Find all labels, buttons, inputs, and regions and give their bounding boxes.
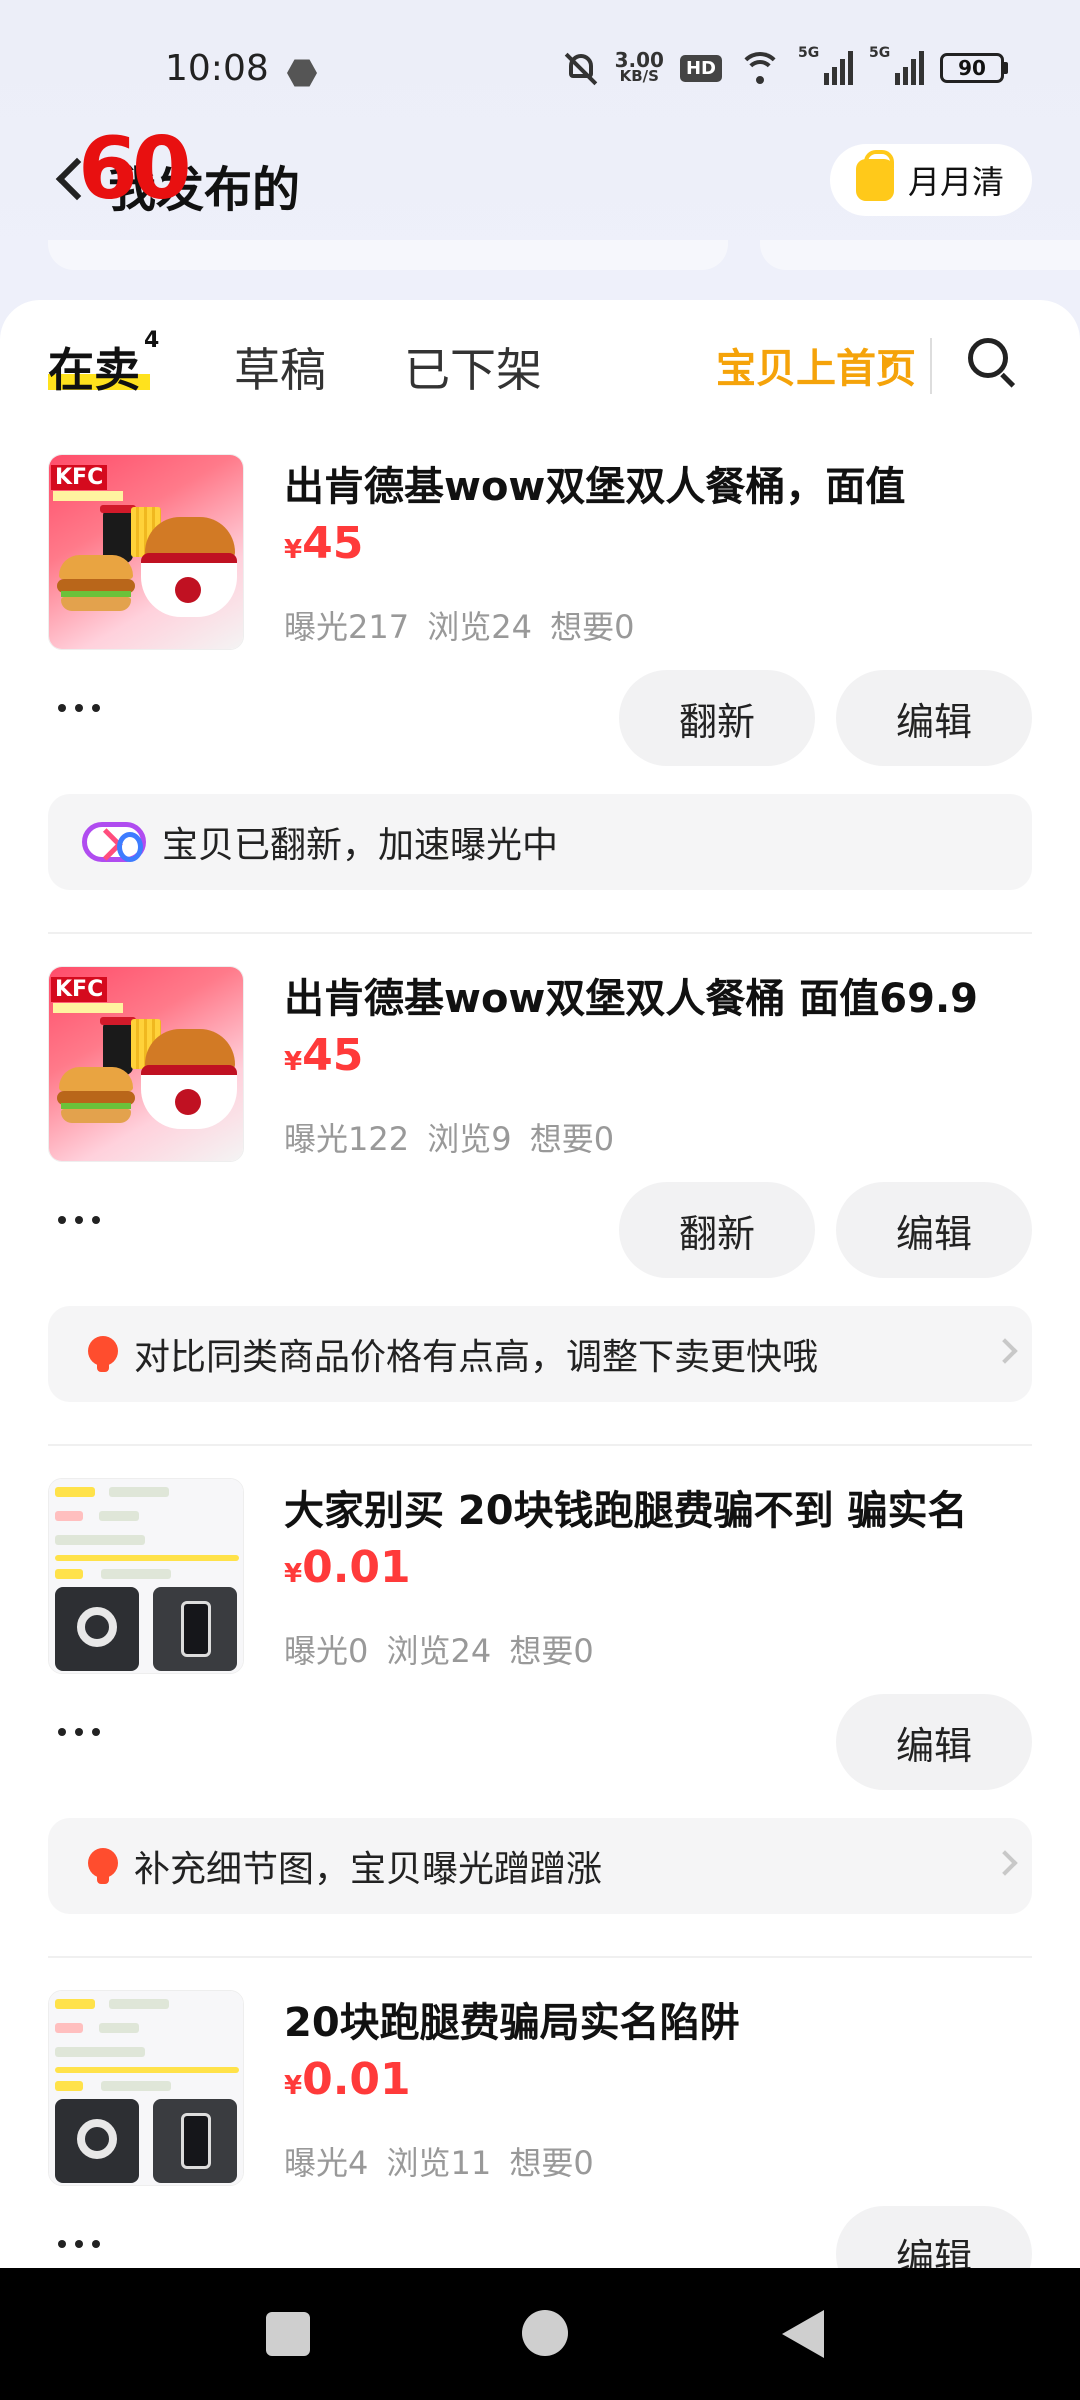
search-icon[interactable] <box>968 338 1016 388</box>
edit-button[interactable]: 编辑 <box>836 1182 1032 1278</box>
chevron-right-icon <box>992 1338 1018 1364</box>
battery-icon: 90 <box>940 53 1008 83</box>
system-nav-bar <box>0 2268 1080 2400</box>
item-thumbnail[interactable] <box>48 1990 244 2186</box>
signal-icon: 5G <box>798 45 853 85</box>
item-title[interactable]: 大家别买 20块钱跑腿费骗不到 骗实名 <box>284 1478 968 1536</box>
network-speed-unit: KB/S <box>619 67 659 85</box>
tip-text: 宝贝已翻新，加速曝光中 <box>162 825 559 866</box>
tab-drafts[interactable]: 草稿 <box>234 334 326 400</box>
signal-icon: 5G <box>869 45 924 85</box>
notification-hexagon-icon <box>287 59 317 87</box>
currency-symbol: ¥ <box>284 1559 303 1589</box>
more-options-icon[interactable] <box>58 2240 100 2248</box>
divider <box>48 1956 1032 1958</box>
item-stats: 曝光122 浏览9 想要0 <box>284 1120 615 1158</box>
item-stats: 曝光0 浏览24 想要0 <box>284 1632 594 1670</box>
lightbulb-icon <box>88 1848 118 1884</box>
kfc-logo: KFC <box>51 977 108 1002</box>
price-amount: 45 <box>302 518 364 569</box>
item-tip[interactable]: 宝贝已翻新，加速曝光中 <box>48 794 1032 890</box>
more-options-icon[interactable] <box>58 1728 100 1736</box>
monthly-clear-button[interactable]: 月月清 <box>830 144 1032 216</box>
shopping-bag-icon <box>856 150 894 201</box>
currency-symbol: ¥ <box>284 2071 303 2101</box>
edit-button[interactable]: 编辑 <box>836 1694 1032 1790</box>
tab-selling-count: 4 <box>144 328 160 353</box>
item-stats: 曝光217 浏览24 想要0 <box>284 608 635 646</box>
hd-voice-icon: HD <box>679 54 722 82</box>
boost-icon <box>82 822 146 862</box>
play-arrow-icon <box>882 354 894 372</box>
status-icons: 3.00 KB/S HD 5G 5G 90 <box>563 45 1008 86</box>
tab-removed[interactable]: 已下架 <box>404 334 542 400</box>
battery-level: 90 <box>940 53 1004 83</box>
more-options-icon[interactable] <box>58 704 100 712</box>
tip-text: 对比同类商品价格有点高，调整下卖更快哦 <box>134 1337 819 1378</box>
price-amount: 0.01 <box>302 1542 411 1593</box>
item-price: ¥45 <box>284 518 363 569</box>
item-title[interactable]: 出肯德基wow双堡双人餐桶，面值 <box>284 454 905 512</box>
signal-label: 5G <box>869 45 891 61</box>
item-title[interactable]: 出肯德基wow双堡双人餐桶 面值69.9 <box>284 966 978 1024</box>
status-time: 10:08 <box>165 48 269 89</box>
item-thumbnail[interactable]: KFC <box>48 454 244 650</box>
monthly-clear-label: 月月清 <box>908 163 1005 201</box>
item-title[interactable]: 20块跑腿费骗局实名陷阱 <box>284 1990 740 2048</box>
divider <box>48 1444 1032 1446</box>
back-triangle-icon[interactable] <box>782 2310 824 2358</box>
background-card <box>48 240 728 270</box>
fps-overlay: 60 <box>78 119 192 219</box>
price-amount: 45 <box>302 1030 364 1081</box>
background-card <box>760 240 1080 270</box>
price-amount: 0.01 <box>302 2054 411 2105</box>
currency-symbol: ¥ <box>284 1047 303 1077</box>
refresh-button[interactable]: 翻新 <box>619 670 815 766</box>
item-price: ¥0.01 <box>284 1542 411 1593</box>
edit-button[interactable]: 编辑 <box>836 2206 1032 2268</box>
refresh-button[interactable]: 翻新 <box>619 1182 815 1278</box>
mute-bell-icon <box>563 50 599 86</box>
item-price: ¥0.01 <box>284 2054 411 2105</box>
divider <box>930 338 932 394</box>
kfc-logo: KFC <box>51 465 108 490</box>
item-thumbnail[interactable] <box>48 1478 244 1674</box>
chevron-right-icon <box>992 1850 1018 1876</box>
tab-selling[interactable]: 在卖 <box>48 334 140 400</box>
signal-label: 5G <box>798 45 820 61</box>
item-price: ¥45 <box>284 1030 363 1081</box>
tip-text: 补充细节图，宝贝曝光蹭蹭涨 <box>134 1849 603 1890</box>
network-speed-value: 3.00 <box>614 48 664 72</box>
tab-bar: 在卖 4 草稿 已下架 宝贝上首页 <box>0 300 1080 430</box>
item-tip[interactable]: 补充细节图，宝贝曝光蹭蹭涨 <box>48 1818 1032 1914</box>
recents-square-icon[interactable] <box>266 2312 310 2356</box>
currency-symbol: ¥ <box>284 535 303 565</box>
wifi-icon <box>738 50 782 86</box>
home-circle-icon[interactable] <box>522 2310 568 2356</box>
item-stats: 曝光4 浏览11 想要0 <box>284 2144 594 2182</box>
network-speed: 3.00 KB/S <box>614 48 664 85</box>
lightbulb-icon <box>88 1336 118 1372</box>
listing-sheet: 在卖 4 草稿 已下架 宝贝上首页 KFC 出肯德基wow双堡双人餐桶，面值 ¥… <box>0 300 1080 2268</box>
item-thumbnail[interactable]: KFC <box>48 966 244 1162</box>
divider <box>48 932 1032 934</box>
item-tip[interactable]: 对比同类商品价格有点高，调整下卖更快哦 <box>48 1306 1032 1402</box>
more-options-icon[interactable] <box>58 1216 100 1224</box>
edit-button[interactable]: 编辑 <box>836 670 1032 766</box>
